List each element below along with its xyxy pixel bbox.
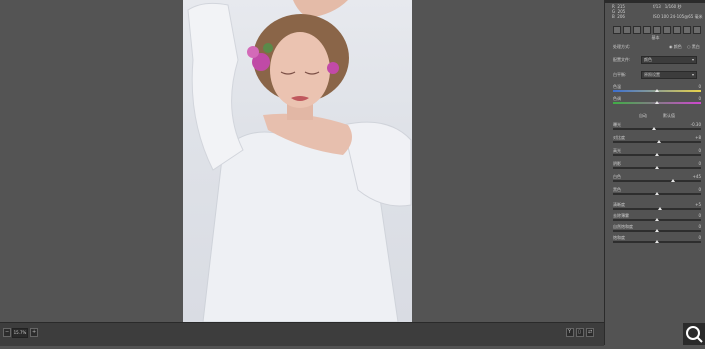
slider-label: 对比度 [613,135,625,140]
slider-value-field[interactable]: 0 [698,84,701,89]
slider-row: 黑色 0 [613,187,701,197]
plus-icon: + [32,329,37,335]
slider-value-field[interactable]: +45 [693,174,701,179]
tone-curve-icon[interactable] [623,26,631,34]
slider-label: 阴影 [613,161,621,166]
slider-row: 去除薄雾 0 [613,213,701,223]
slider-track[interactable] [613,128,701,130]
slider-label: 自然饱和度 [613,224,633,229]
slider-row: 色温 0 [613,84,701,94]
adjustment-panel: R 215 G 205 B 206 f/13 1/160 秒 ISO 100 2… [604,0,705,345]
search-icon [686,326,703,343]
slider-thumb[interactable] [655,229,659,232]
y-icon: Y [568,329,572,335]
slider-thumb[interactable] [655,192,659,195]
slider-thumb[interactable] [655,153,659,156]
slider-label: 黑色 [613,187,621,192]
slider-row: 对比度 +8 [613,135,701,145]
presets-icon[interactable] [693,26,701,34]
slider-thumb[interactable] [655,218,659,221]
slider-row: 自然饱和度 0 [613,224,701,234]
treatment-color-radio[interactable]: ◉ 颜色 [669,44,682,49]
compare-button[interactable]: ▯ [576,328,584,337]
bottom-toolbar: − 15.7% + Y ▯ ⇄ [0,322,604,346]
split-icon: ▯ [578,329,581,335]
slider-row: 高光 0 [613,148,701,158]
default-button[interactable]: 默认值 [663,113,675,118]
slider-value-field[interactable]: 0 [698,96,701,101]
histogram-strip [605,0,705,3]
slider-label: 饱和度 [613,235,625,240]
slider-thumb[interactable] [655,240,659,243]
portrait-illustration [187,0,412,322]
lens-icon[interactable] [663,26,671,34]
image-canvas[interactable] [0,0,604,322]
detail-icon[interactable] [633,26,641,34]
view-mode-button[interactable]: Y [566,328,574,337]
slider-thumb[interactable] [655,89,659,92]
slider-thumb[interactable] [657,207,662,210]
wb-dropdown[interactable]: 原照设置 ▾ [641,71,697,79]
swap-icon: ⇄ [588,329,593,335]
chevron-down-icon: ▾ [691,57,694,62]
slider-row: 色调 0 [613,96,701,106]
profile-dropdown[interactable]: 颜色 ▾ [641,56,697,64]
slider-row: 清晰度 +5 [613,202,701,212]
zoom-out-button[interactable]: − [3,328,11,337]
slider-value-field[interactable]: 0 [698,148,701,153]
slider-label: 高光 [613,148,621,153]
slider-label: 清晰度 [613,202,625,207]
slider-row: 曝光 -0.30 [613,122,701,132]
slider-label: 曝光 [613,122,621,127]
slider-value-field[interactable]: 0 [698,213,701,218]
photo-preview[interactable] [183,0,412,322]
slider-value-field[interactable]: 0 [698,224,701,229]
slider-label: 色温 [613,84,621,89]
slider-thumb[interactable] [655,166,659,169]
slider-row: 饱和度 0 [613,235,701,245]
wb-label: 白平衡: [613,72,627,77]
chevron-down-icon: ▾ [691,72,694,77]
slider-label: 去除薄雾 [613,213,629,218]
calibration-icon[interactable] [683,26,691,34]
split-toning-icon[interactable] [653,26,661,34]
slider-value-field[interactable]: 0 [698,161,701,166]
slider-row: 白色 +45 [613,174,701,184]
slider-thumb[interactable] [652,127,657,130]
slider-row: 阴影 0 [613,161,701,171]
section-title: 基本 [651,35,660,40]
basic-tab-icon[interactable] [613,26,621,34]
slider-thumb[interactable] [655,101,659,104]
slider-label: 色调 [613,96,621,101]
treatment-label: 处理方式: [613,44,631,49]
slider-value-field[interactable]: +8 [695,135,701,140]
minus-icon: − [5,329,10,335]
slider-value-field[interactable]: +5 [695,202,701,207]
search-button[interactable] [683,323,705,345]
effects-icon[interactable] [673,26,681,34]
slider-thumb[interactable] [656,140,661,143]
slider-thumb[interactable] [670,179,675,182]
slider-label: 白色 [613,174,621,179]
zoom-in-button[interactable]: + [30,328,38,337]
slider-value-field[interactable]: 0 [698,235,701,240]
hsl-icon[interactable] [643,26,651,34]
swap-button[interactable]: ⇄ [586,328,594,337]
auto-button[interactable]: 自动 [639,113,647,118]
slider-value-field[interactable]: 0 [698,187,701,192]
slider-value-field[interactable]: -0.30 [691,122,701,127]
treatment-bw-radio[interactable]: ○ 黑白 [687,44,700,49]
exif-readout: f/13 1/160 秒 ISO 100 24-105@65 毫米 [653,4,703,19]
profile-label: 配置文件: [613,57,631,62]
rgb-readout: R 215 G 205 B 206 [612,4,626,19]
zoom-level-field[interactable]: 15.7% [12,328,28,338]
slider-track[interactable] [613,180,701,182]
